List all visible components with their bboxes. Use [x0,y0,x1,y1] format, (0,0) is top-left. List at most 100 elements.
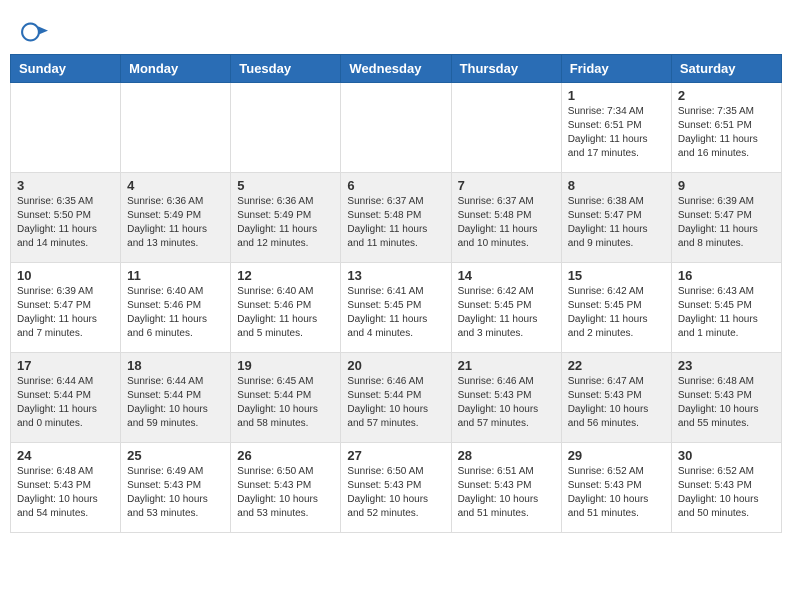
calendar-cell: 8Sunrise: 6:38 AM Sunset: 5:47 PM Daylig… [561,173,671,263]
day-info: Sunrise: 6:44 AM Sunset: 5:44 PM Dayligh… [127,375,224,431]
calendar-cell: 29 Sunrise: 6:52 AM Sunset: 5:43 PM Dayli… [561,443,671,533]
calendar-cell: 7 Sunrise: 6:37 AM Sunset: 5:48 PM Daylig… [451,173,561,263]
day-info: Sunrise: 7:34 AM Sunset: 6:51 PM Dayligh… [568,105,665,161]
calendar-cell: 1 Sunrise: 7:34 AM Sunset: 6:51 PM Daylig… [561,83,671,173]
day-info: Sunrise: 6:41 AM Sunset: 5:45 PM Dayligh… [347,285,444,341]
day-number: 1 [568,88,665,103]
day-info: Sunrise: 6:52 AM Sunset: 5:43 PM Dayligh… [678,465,775,521]
day-number: 21 [458,358,555,373]
calendar-cell: 18 Sunrise: 6:44 AM Sunset: 5:44 PM Dayli… [121,353,231,443]
calendar-cell: 15Sunrise: 6:42 AM Sunset: 5:45 PM Dayli… [561,263,671,353]
weekday-header-friday: Friday [561,55,671,83]
day-number: 17 [17,358,114,373]
day-info: Sunrise: 6:44 AM Sunset: 5:44 PM Dayligh… [17,375,114,431]
calendar-week-5: 24 Sunrise: 6:48 AM Sunset: 5:43 PM Dayli… [11,443,782,533]
day-number: 14 [458,268,555,283]
weekday-header-wednesday: Wednesday [341,55,451,83]
day-info: Sunrise: 6:47 AM Sunset: 5:43 PM Dayligh… [568,375,665,431]
day-info: Sunrise: 6:42 AM Sunset: 5:45 PM Dayligh… [568,285,665,341]
weekday-header-tuesday: Tuesday [231,55,341,83]
calendar-cell: 9 Sunrise: 6:39 AM Sunset: 5:47 PM Daylig… [671,173,781,263]
day-info: Sunrise: 6:46 AM Sunset: 5:44 PM Dayligh… [347,375,444,431]
day-info: Sunrise: 6:38 AM Sunset: 5:47 PM Dayligh… [568,195,665,251]
day-number: 7 [458,178,555,193]
day-number: 28 [458,448,555,463]
day-info: Sunrise: 6:39 AM Sunset: 5:47 PM Dayligh… [17,285,114,341]
calendar-cell [121,83,231,173]
day-number: 25 [127,448,224,463]
day-info: Sunrise: 6:40 AM Sunset: 5:46 PM Dayligh… [127,285,224,341]
calendar-cell: 21 Sunrise: 6:46 AM Sunset: 5:43 PM Dayli… [451,353,561,443]
day-number: 11 [127,268,224,283]
calendar-table: SundayMondayTuesdayWednesdayThursdayFrid… [10,54,782,533]
day-number: 26 [237,448,334,463]
calendar-cell: 27 Sunrise: 6:50 AM Sunset: 5:43 PM Dayli… [341,443,451,533]
day-info: Sunrise: 6:49 AM Sunset: 5:43 PM Dayligh… [127,465,224,521]
calendar-cell: 4 Sunrise: 6:36 AM Sunset: 5:49 PM Daylig… [121,173,231,263]
calendar-cell: 6 Sunrise: 6:37 AM Sunset: 5:48 PM Daylig… [341,173,451,263]
calendar-week-2: 3Sunrise: 6:35 AM Sunset: 5:50 PM Daylig… [11,173,782,263]
day-number: 6 [347,178,444,193]
calendar-cell: 5Sunrise: 6:36 AM Sunset: 5:49 PM Daylig… [231,173,341,263]
day-info: Sunrise: 6:50 AM Sunset: 5:43 PM Dayligh… [347,465,444,521]
day-info: Sunrise: 6:48 AM Sunset: 5:43 PM Dayligh… [678,375,775,431]
day-info: Sunrise: 6:42 AM Sunset: 5:45 PM Dayligh… [458,285,555,341]
day-number: 20 [347,358,444,373]
calendar-week-3: 10 Sunrise: 6:39 AM Sunset: 5:47 PM Dayli… [11,263,782,353]
calendar-cell: 30 Sunrise: 6:52 AM Sunset: 5:43 PM Dayli… [671,443,781,533]
calendar-cell: 24 Sunrise: 6:48 AM Sunset: 5:43 PM Dayli… [11,443,121,533]
day-info: Sunrise: 6:51 AM Sunset: 5:43 PM Dayligh… [458,465,555,521]
day-info: Sunrise: 6:45 AM Sunset: 5:44 PM Dayligh… [237,375,334,431]
day-info: Sunrise: 6:43 AM Sunset: 5:45 PM Dayligh… [678,285,775,341]
calendar-cell: 16 Sunrise: 6:43 AM Sunset: 5:45 PM Dayli… [671,263,781,353]
day-number: 22 [568,358,665,373]
day-number: 18 [127,358,224,373]
day-info: Sunrise: 6:37 AM Sunset: 5:48 PM Dayligh… [458,195,555,251]
day-number: 13 [347,268,444,283]
calendar-cell: 22 Sunrise: 6:47 AM Sunset: 5:43 PM Dayli… [561,353,671,443]
day-info: Sunrise: 6:39 AM Sunset: 5:47 PM Dayligh… [678,195,775,251]
header [10,10,782,46]
day-info: Sunrise: 7:35 AM Sunset: 6:51 PM Dayligh… [678,105,775,161]
calendar-cell: 17 Sunrise: 6:44 AM Sunset: 5:44 PM Dayli… [11,353,121,443]
calendar-cell: 20 Sunrise: 6:46 AM Sunset: 5:44 PM Dayli… [341,353,451,443]
calendar-cell: 23 Sunrise: 6:48 AM Sunset: 5:43 PM Dayli… [671,353,781,443]
day-info: Sunrise: 6:48 AM Sunset: 5:43 PM Dayligh… [17,465,114,521]
calendar-cell: 12Sunrise: 6:40 AM Sunset: 5:46 PM Dayli… [231,263,341,353]
day-info: Sunrise: 6:52 AM Sunset: 5:43 PM Dayligh… [568,465,665,521]
day-number: 2 [678,88,775,103]
calendar-cell: 3Sunrise: 6:35 AM Sunset: 5:50 PM Daylig… [11,173,121,263]
calendar-cell: 28 Sunrise: 6:51 AM Sunset: 5:43 PM Dayli… [451,443,561,533]
day-number: 19 [237,358,334,373]
day-info: Sunrise: 6:36 AM Sunset: 5:49 PM Dayligh… [127,195,224,251]
day-info: Sunrise: 6:37 AM Sunset: 5:48 PM Dayligh… [347,195,444,251]
day-number: 30 [678,448,775,463]
day-number: 4 [127,178,224,193]
calendar-week-4: 17 Sunrise: 6:44 AM Sunset: 5:44 PM Dayli… [11,353,782,443]
day-info: Sunrise: 6:46 AM Sunset: 5:43 PM Dayligh… [458,375,555,431]
weekday-header-sunday: Sunday [11,55,121,83]
calendar-cell: 2 Sunrise: 7:35 AM Sunset: 6:51 PM Daylig… [671,83,781,173]
calendar-header: SundayMondayTuesdayWednesdayThursdayFrid… [11,55,782,83]
day-number: 12 [237,268,334,283]
day-number: 29 [568,448,665,463]
calendar-cell [11,83,121,173]
weekday-header-thursday: Thursday [451,55,561,83]
calendar-week-1: 1 Sunrise: 7:34 AM Sunset: 6:51 PM Daylig… [11,83,782,173]
day-number: 27 [347,448,444,463]
day-number: 16 [678,268,775,283]
day-info: Sunrise: 6:50 AM Sunset: 5:43 PM Dayligh… [237,465,334,521]
calendar-cell: 14 Sunrise: 6:42 AM Sunset: 5:45 PM Dayli… [451,263,561,353]
weekday-header-row: SundayMondayTuesdayWednesdayThursdayFrid… [11,55,782,83]
calendar-body: 1 Sunrise: 7:34 AM Sunset: 6:51 PM Daylig… [11,83,782,533]
calendar-cell: 10 Sunrise: 6:39 AM Sunset: 5:47 PM Dayli… [11,263,121,353]
day-number: 10 [17,268,114,283]
calendar-cell: 26 Sunrise: 6:50 AM Sunset: 5:43 PM Dayli… [231,443,341,533]
calendar-cell: 19 Sunrise: 6:45 AM Sunset: 5:44 PM Dayli… [231,353,341,443]
calendar-cell [231,83,341,173]
day-number: 9 [678,178,775,193]
calendar-cell [341,83,451,173]
day-number: 24 [17,448,114,463]
day-number: 23 [678,358,775,373]
calendar-cell: 11 Sunrise: 6:40 AM Sunset: 5:46 PM Dayli… [121,263,231,353]
